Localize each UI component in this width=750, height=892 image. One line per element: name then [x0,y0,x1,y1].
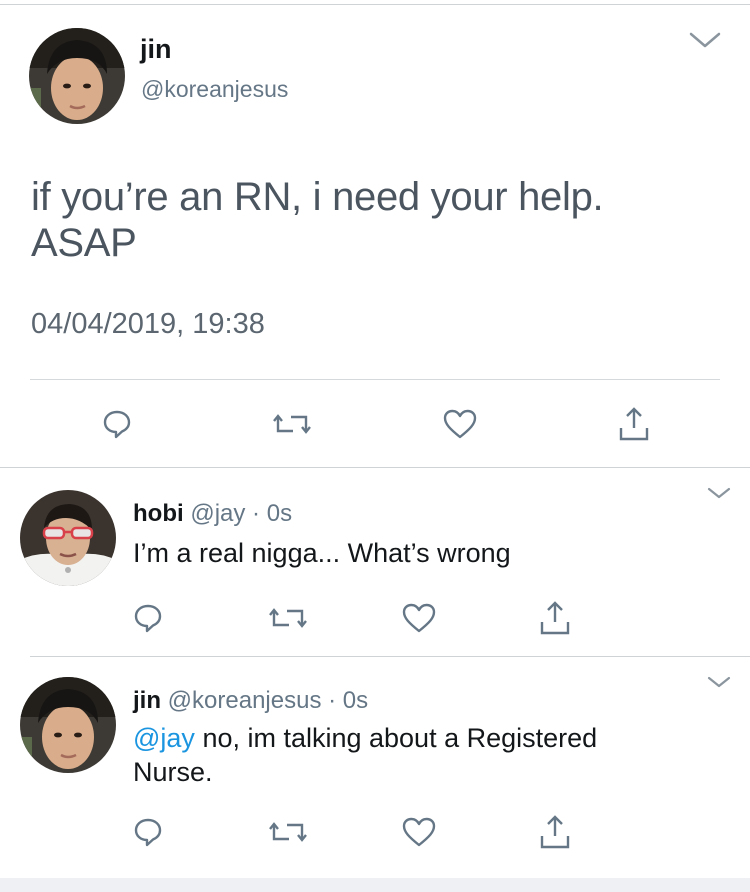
reply-text: @jay no, im talking about a Registered N… [133,721,663,789]
author-handle[interactable]: @jay [190,500,245,527]
chevron-down-icon[interactable] [706,486,732,505]
top-divider [0,4,750,5]
author-name[interactable]: jin [133,687,161,714]
avatar[interactable] [20,490,116,586]
author-handle[interactable]: @koreanjesus [168,687,322,714]
chevron-down-icon[interactable] [706,675,732,694]
reply-actions [0,812,750,852]
reply-body: I’m a real nigga... What’s wrong [133,538,511,568]
mention-link[interactable]: @jay [133,723,195,753]
tweet-actions [0,404,750,448]
meta-separator: · [328,687,337,714]
reply-text: I’m a real nigga... What’s wrong [133,536,713,570]
reply-header: jin @koreanjesus · 0s [133,687,368,715]
retweet-icon[interactable] [268,812,308,852]
share-icon[interactable] [537,598,573,638]
reply-actions [0,598,750,638]
reply-icon[interactable] [99,404,135,444]
like-icon[interactable] [442,404,478,444]
like-icon[interactable] [401,598,437,638]
author-handle[interactable]: @koreanjesus [141,76,288,103]
retweet-icon[interactable] [268,598,308,638]
reply-icon[interactable] [130,598,166,638]
divider [30,379,720,380]
meta-separator: · [252,500,261,527]
author-name[interactable]: jin [140,34,172,65]
author-name[interactable]: hobi [133,500,184,527]
reply-time: 0s [266,500,293,527]
reply-body: no, im talking about a Registered Nurse. [133,723,598,787]
like-icon[interactable] [401,812,437,852]
avatar[interactable] [29,28,125,124]
share-icon[interactable] [537,812,573,852]
reply-tweet: jin @koreanjesus · 0s @jay no, im talkin… [0,657,750,878]
chevron-down-icon[interactable] [688,30,722,55]
reply-header: hobi @jay · 0s [133,500,292,528]
avatar[interactable] [20,677,116,773]
tweet-text: if you’re an RN, i need your help. ASAP [31,174,691,266]
tweet-text-line: ASAP [31,221,137,265]
tweet-text-line: if you’re an RN, i need your help. [31,175,604,219]
reply-time: 0s [342,687,369,714]
retweet-icon[interactable] [272,404,312,444]
tweet-timestamp: 04/04/2019, 19:38 [31,308,265,340]
reply-icon[interactable] [130,812,166,852]
bottom-bar [0,878,750,892]
share-icon[interactable] [616,404,652,444]
reply-tweet: hobi @jay · 0s I’m a real nigga... What’… [0,468,750,656]
